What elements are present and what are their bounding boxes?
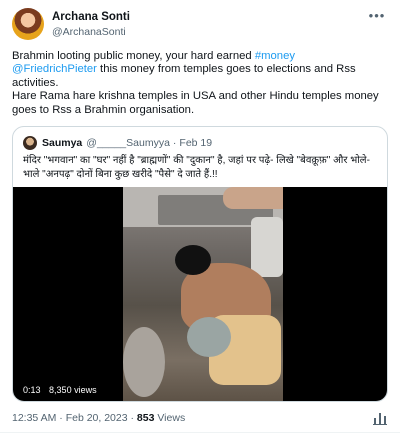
- author-avatar[interactable]: [12, 8, 44, 40]
- tweet-text-part-3: Hare Rama hare krishna temples in USA an…: [12, 90, 379, 116]
- author-handle[interactable]: @ArchanaSonti: [52, 25, 130, 39]
- quoted-tweet-date[interactable]: Feb 19: [179, 137, 212, 149]
- hashtag-link[interactable]: #money: [255, 50, 295, 62]
- quoted-author-name[interactable]: Saumya: [42, 137, 82, 149]
- tweet-paragraph-3: Hare Rama hare krishna temples in USA an…: [12, 90, 388, 117]
- video-plate: [123, 327, 165, 397]
- views-label: Views: [154, 412, 186, 424]
- quoted-tweet-text: मंदिर "भगवान" का "घर" नहीं है "ब्राह्मणो…: [23, 155, 370, 180]
- video-duration: 0:13: [23, 385, 41, 395]
- stats-bar-1: [374, 418, 376, 424]
- separator-dot: ·: [172, 137, 177, 149]
- views-count: 853: [136, 412, 155, 424]
- stats-bar-2: [379, 413, 381, 424]
- quoted-author-avatar[interactable]: [23, 136, 37, 150]
- tweet-paragraph-1: Brahmin looting public money, your hard …: [12, 50, 388, 63]
- quoted-author-handle[interactable]: @_____Saumyya: [86, 137, 170, 149]
- stats-bar-3: [384, 416, 386, 424]
- video-person-head: [175, 245, 211, 275]
- bar-chart-icon[interactable]: [372, 410, 388, 426]
- stats-baseline: [373, 424, 387, 425]
- author-info: Archana Sonti @ArchanaSonti: [52, 10, 130, 39]
- video-player[interactable]: 0:13 8,350 views: [13, 187, 387, 401]
- quoted-tweet[interactable]: Saumya @_____Saumyya · Feb 19 मंदिर "भगव…: [12, 126, 388, 402]
- tweet-text: Brahmin looting public money, your hard …: [12, 50, 388, 117]
- tweet-card: Archana Sonti @ArchanaSonti ••• Brahmin …: [0, 0, 400, 433]
- quoted-tweet-header: Saumya @_____Saumyya · Feb 19: [23, 136, 212, 150]
- video-bag: [251, 217, 283, 277]
- video-arm: [223, 187, 283, 209]
- more-dots-icon[interactable]: •••: [366, 8, 388, 26]
- video-frame: [123, 187, 283, 401]
- tweet-paragraph-2: @FriedrichPieter this money from temples…: [12, 63, 388, 90]
- video-view-count: 8,350 views: [49, 385, 97, 395]
- video-meta: 0:13 8,350 views: [23, 385, 97, 395]
- tweet-timestamp[interactable]: 12:35 AM · Feb 20, 2023 ·: [12, 412, 137, 424]
- author-display-name[interactable]: Archana Sonti: [52, 10, 130, 25]
- tweet-text-part-1: Brahmin looting public money, your hard …: [12, 50, 255, 62]
- mention-link[interactable]: @FriedrichPieter: [12, 63, 97, 75]
- video-pot: [187, 317, 231, 357]
- tweet-footer: 12:35 AM · Feb 20, 2023 · 853 Views: [12, 412, 185, 424]
